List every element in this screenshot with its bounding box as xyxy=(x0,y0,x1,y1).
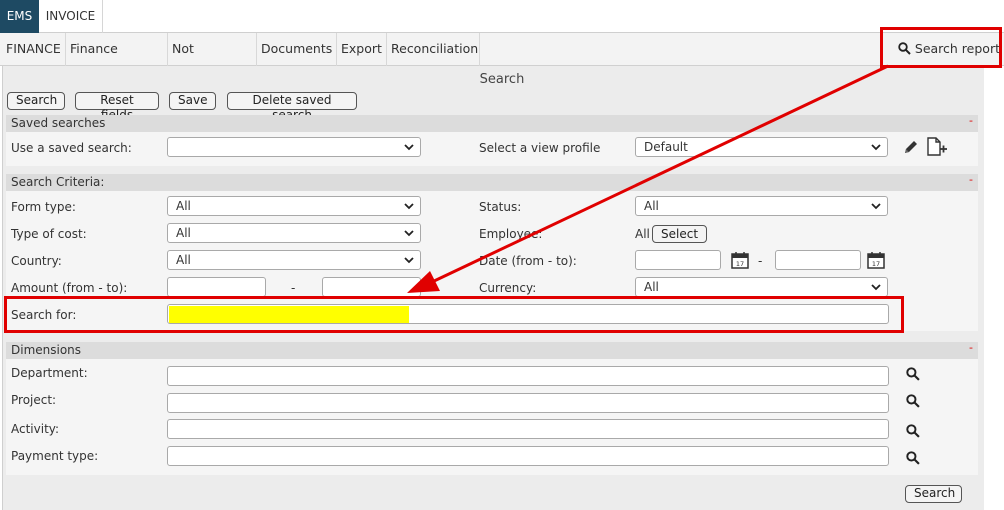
annotation-arrow xyxy=(407,64,889,293)
